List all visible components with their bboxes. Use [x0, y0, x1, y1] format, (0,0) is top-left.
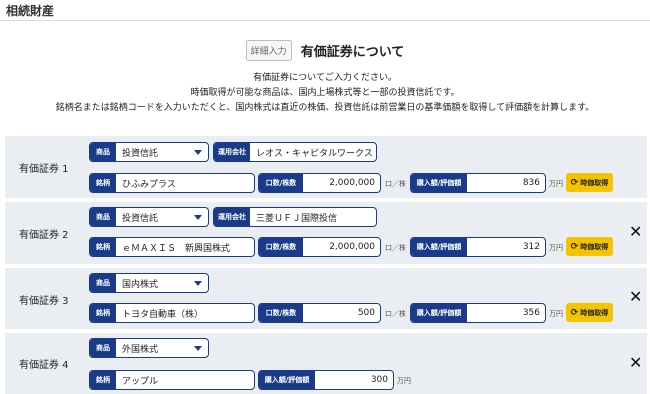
security-card-4: 有価証券 4 商品 外国株式 銘柄 アップル 購入額/評価額 300 万円 ✕	[5, 333, 647, 394]
product-label: 商品	[90, 274, 116, 292]
product-value: 外国株式	[122, 344, 159, 355]
brand-label: 銘柄	[90, 174, 116, 192]
page-title: 相続財産	[6, 4, 55, 18]
amount-value: 300	[370, 375, 388, 385]
product-select[interactable]: 商品 投資信託	[89, 207, 209, 227]
security-card-2: 有価証券 2 商品 投資信託 運用会社 三菱ＵＦＪ国際投信 銘柄 ｅＭＡＸＩＳ …	[5, 202, 647, 264]
company-label: 運用会社	[214, 143, 250, 161]
quantity-label: 口数/株数	[259, 174, 303, 192]
section-title: 有価証券について	[300, 44, 405, 60]
company-select[interactable]: 運用会社 三菱ＵＦＪ国際投信	[213, 207, 377, 227]
amount-label: 購入額/評価額	[411, 238, 467, 256]
get-price-button[interactable]: ⟳ 時価取得	[566, 303, 613, 322]
refresh-icon: ⟳	[570, 307, 579, 318]
refresh-icon: ⟳	[570, 177, 579, 188]
product-value: 国内株式	[122, 279, 159, 290]
quantity-label: 口数/株数	[259, 238, 303, 256]
product-label: 商品	[90, 143, 116, 161]
section-heading: 詳細入力 有価証券について	[0, 37, 650, 63]
quantity-label: 口数/株数	[259, 304, 303, 322]
product-label: 商品	[90, 208, 116, 226]
product-select[interactable]: 商品 外国株式	[89, 338, 209, 358]
description-line-3: 銘柄名または銘柄コードを入力いただくと、国内株式は直近の株価、投資信託は前営業日…	[55, 103, 595, 113]
quantity-unit: 口／株	[385, 244, 406, 252]
get-price-label: 時価取得	[580, 242, 609, 251]
quantity-value: 2,000,000	[329, 178, 375, 188]
brand-value: ひふみプラス	[122, 179, 176, 190]
title-divider	[0, 20, 650, 21]
company-value: レオス・キャピタルワークス	[256, 148, 373, 159]
chevron-down-icon	[194, 150, 202, 155]
refresh-icon: ⟳	[570, 241, 579, 252]
get-price-button[interactable]: ⟳ 時価取得	[566, 237, 613, 256]
product-value: 投資信託	[122, 213, 159, 224]
product-select[interactable]: 商品 国内株式	[89, 273, 209, 293]
security-label: 有価証券 2	[19, 230, 69, 241]
amount-field[interactable]: 購入額/評価額 300	[258, 370, 394, 390]
brand-field[interactable]: 銘柄 トヨタ自動車（株）	[89, 303, 255, 323]
yen-unit: 万円	[549, 310, 563, 318]
amount-field[interactable]: 購入額/評価額 356	[410, 303, 546, 323]
quantity-value: 500	[357, 308, 375, 318]
amount-label: 購入額/評価額	[411, 304, 467, 322]
detail-input-tag: 詳細入力	[245, 39, 292, 61]
close-icon[interactable]: ✕	[629, 355, 642, 371]
yen-unit: 万円	[549, 244, 563, 252]
amount-value: 836	[522, 178, 540, 188]
get-price-label: 時価取得	[580, 178, 609, 187]
brand-value: アップル	[122, 376, 159, 387]
quantity-value: 2,000,000	[329, 242, 375, 252]
security-card-3: 有価証券 3 商品 国内株式 銘柄 トヨタ自動車（株） 口数/株数 500 口／…	[5, 268, 647, 329]
brand-label: 銘柄	[90, 371, 116, 389]
amount-field[interactable]: 購入額/評価額 836	[410, 173, 546, 193]
product-select[interactable]: 商品 投資信託	[89, 142, 209, 162]
description-line-2: 時価取得が可能な商品は、国内上場株式等と一部の投資信託です。	[190, 88, 460, 98]
get-price-label: 時価取得	[580, 308, 609, 317]
get-price-button[interactable]: ⟳ 時価取得	[566, 173, 613, 192]
amount-value: 312	[522, 242, 540, 252]
chevron-down-icon	[194, 215, 202, 220]
quantity-unit: 口／株	[385, 310, 406, 318]
brand-field[interactable]: 銘柄 ｅＭＡＸＩＳ 新興国株式	[89, 237, 255, 257]
close-icon[interactable]: ✕	[629, 289, 642, 305]
quantity-unit: 口／株	[385, 180, 406, 188]
company-label: 運用会社	[214, 208, 250, 226]
brand-label: 銘柄	[90, 238, 116, 256]
amount-label: 購入額/評価額	[411, 174, 467, 192]
amount-value: 356	[522, 308, 540, 318]
amount-label: 購入額/評価額	[259, 371, 315, 389]
chevron-down-icon	[194, 281, 202, 286]
close-icon[interactable]: ✕	[629, 224, 642, 240]
brand-field[interactable]: 銘柄 アップル	[89, 370, 255, 390]
quantity-field[interactable]: 口数/株数 500	[258, 303, 381, 323]
brand-value: トヨタ自動車（株）	[122, 309, 204, 320]
security-card-1: 有価証券 1 商品 投資信託 運用会社 レオス・キャピタルワークス 銘柄 ひふみ…	[5, 136, 647, 198]
company-value: 三菱ＵＦＪ国際投信	[256, 213, 338, 224]
yen-unit: 万円	[397, 377, 411, 385]
brand-value: ｅＭＡＸＩＳ 新興国株式	[122, 243, 231, 254]
security-label: 有価証券 3	[19, 296, 69, 307]
company-select[interactable]: 運用会社 レオス・キャピタルワークス	[213, 142, 377, 162]
quantity-field[interactable]: 口数/株数 2,000,000	[258, 173, 381, 193]
quantity-field[interactable]: 口数/株数 2,000,000	[258, 237, 381, 257]
product-value: 投資信託	[122, 148, 159, 159]
security-label: 有価証券 1	[19, 164, 69, 175]
security-label: 有価証券 4	[19, 360, 69, 371]
chevron-down-icon	[194, 346, 202, 351]
yen-unit: 万円	[549, 180, 563, 188]
amount-field[interactable]: 購入額/評価額 312	[410, 237, 546, 257]
product-label: 商品	[90, 339, 116, 357]
description-line-1: 有価証券についてご入力ください。	[253, 73, 397, 83]
brand-field[interactable]: 銘柄 ひふみプラス	[89, 173, 255, 193]
brand-label: 銘柄	[90, 304, 116, 322]
